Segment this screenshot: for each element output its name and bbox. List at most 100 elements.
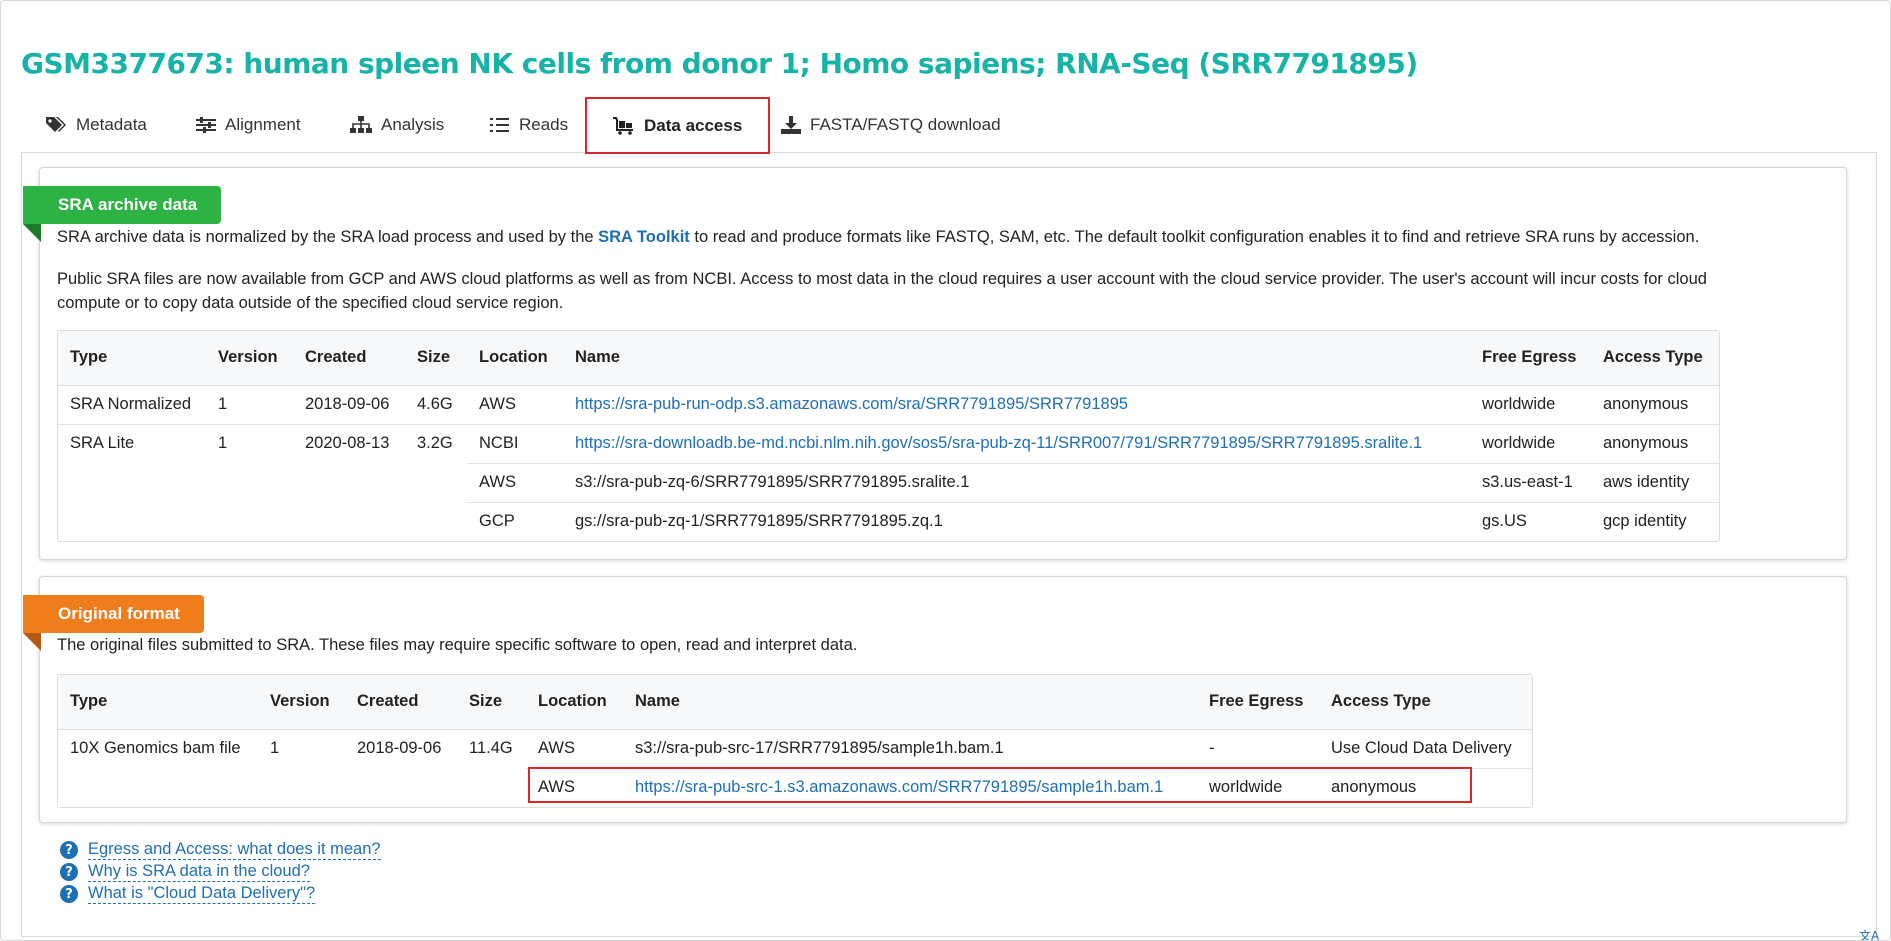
cell-version (206, 502, 293, 541)
column-header: Type (58, 675, 258, 730)
tab-data-access[interactable]: Data access (585, 97, 771, 154)
help-link-label[interactable]: Why is SRA data in the cloud? (88, 862, 310, 882)
cell-location: NCBI (467, 423, 563, 463)
tab-content: SRA archive data SRA archive data is nor… (21, 152, 1877, 937)
cell-egress: - (1209, 739, 1215, 757)
translate-icon[interactable]: 文A (1859, 927, 1879, 940)
table-row: SRA Normalized 1 2018-09-06 4.6G AWS htt… (58, 385, 1719, 424)
column-header: Free Egress (1197, 675, 1319, 730)
table-row: 10X Genomics bam file 1 2018-09-06 11.4G… (58, 729, 1532, 768)
column-header: Size (457, 675, 526, 730)
download-icon (781, 116, 801, 134)
cell-version (258, 768, 345, 807)
help-link-label[interactable]: Egress and Access: what does it mean? (88, 840, 381, 860)
cell-location: AWS (538, 739, 575, 757)
sra-toolkit-link[interactable]: SRA Toolkit (598, 228, 690, 246)
cell-type (58, 502, 206, 541)
cell-created (345, 768, 457, 807)
help-link-cloud-data-delivery[interactable]: ? What is "Cloud Data Delivery"? (60, 884, 316, 904)
cell-size: 3.2G (405, 423, 467, 463)
tags-icon (45, 116, 67, 134)
tab-bar: Metadata Alignment Analysis Reads Data a… (21, 97, 1876, 154)
cell-access: anonymous (1319, 767, 1532, 807)
tab-reads[interactable]: Reads (490, 97, 568, 153)
column-header: Location (526, 675, 623, 730)
tab-alignment[interactable]: Alignment (196, 97, 301, 153)
cell-location: AWS (467, 462, 563, 502)
column-header: Name (563, 331, 1470, 386)
cell-size (405, 502, 467, 541)
cell-version: 1 (206, 423, 293, 463)
tab-label: Reads (519, 115, 569, 134)
question-circle-icon: ? (60, 863, 78, 881)
cloud-availability-description: Public SRA files are now available from … (57, 270, 1707, 312)
tab-label: FASTA/FASTQ download (810, 115, 1001, 134)
cell-access: gcp identity (1591, 501, 1719, 541)
sra-archive-ribbon: SRA archive data (22, 186, 222, 242)
cell-access: Use Cloud Data Delivery (1331, 739, 1512, 757)
column-header: Type (58, 331, 206, 386)
table-row: SRA Lite 1 2020-08-13 3.2G NCBI https://… (58, 423, 1719, 463)
cell-version: 1 (270, 739, 280, 758)
column-header: Version (258, 675, 345, 730)
file-link[interactable]: https://sra-pub-run-odp.s3.amazonaws.com… (575, 395, 1128, 413)
cell-name: gs://sra-pub-zq-1/SRR7791895/SRR7791895.… (563, 501, 1470, 541)
tab-fasta-fastq-download[interactable]: FASTA/FASTQ download (781, 97, 1001, 153)
cell-access: anonymous (1603, 395, 1689, 413)
cell-created: 2018-09-06 (305, 395, 390, 413)
question-circle-icon: ? (60, 885, 78, 903)
cell-name: s3://sra-pub-src-17/SRR7791895/sample1h.… (635, 739, 1004, 757)
question-circle-icon: ? (60, 841, 78, 859)
cart-icon (613, 116, 635, 135)
tab-label: Metadata (76, 115, 147, 134)
cell-egress: worldwide (1470, 423, 1591, 463)
column-header: Access Type (1319, 675, 1532, 730)
list-icon (490, 116, 510, 134)
cell-egress: s3.us-east-1 (1470, 462, 1591, 502)
file-link[interactable]: https://sra-pub-src-1.s3.amazonaws.com/S… (635, 778, 1163, 796)
cell-created (293, 502, 405, 541)
sra-archive-table: Type Version Created Size Location Name … (57, 330, 1720, 542)
sra-archive-panel: SRA archive data SRA archive data is nor… (22, 167, 1847, 560)
column-header: Free Egress (1470, 331, 1591, 386)
tab-label: Alignment (225, 115, 301, 134)
cell-size: 4.6G (417, 395, 453, 413)
original-format-table: Type Version Created Size Location Name … (57, 674, 1533, 808)
original-format-ribbon: Original format (23, 595, 204, 651)
cell-created (293, 463, 405, 502)
cell-created: 2020-08-13 (293, 423, 405, 463)
help-link-why-cloud[interactable]: ? Why is SRA data in the cloud? (60, 862, 310, 882)
cell-size (457, 768, 526, 807)
sra-archive-description: SRA archive data is normalized by the SR… (57, 228, 1700, 246)
cell-version: 1 (218, 395, 228, 413)
tab-label: Analysis (381, 115, 445, 134)
cell-type: 10X Genomics bam file (70, 739, 241, 758)
column-header: Created (293, 331, 405, 386)
cell-created: 2018-09-06 (357, 739, 442, 758)
tab-analysis[interactable]: Analysis (350, 97, 444, 153)
file-link[interactable]: https://sra-downloadb.be-md.ncbi.nlm.nih… (575, 434, 1422, 452)
cell-type: SRA Lite (58, 423, 206, 463)
table-row: GCP gs://sra-pub-zq-1/SRR7791895/SRR7791… (58, 501, 1719, 541)
cell-type (58, 768, 258, 807)
sliders-icon (196, 116, 216, 134)
table-header-row: Type Version Created Size Location Name … (58, 675, 1532, 730)
column-header: Version (206, 331, 293, 386)
cell-egress: worldwide (1482, 395, 1556, 413)
tab-metadata[interactable]: Metadata (45, 97, 147, 153)
cell-size (405, 463, 467, 502)
tab-label: Data access (644, 115, 743, 135)
cell-location: AWS (526, 767, 623, 807)
cell-access: aws identity (1591, 462, 1719, 502)
help-link-label[interactable]: What is "Cloud Data Delivery"? (88, 884, 316, 904)
help-link-egress[interactable]: ? Egress and Access: what does it mean? (60, 840, 381, 860)
column-header: Size (405, 331, 467, 386)
cell-name: s3://sra-pub-zq-6/SRR7791895/SRR7791895.… (563, 462, 1470, 502)
page-frame: GSM3377673: human spleen NK cells from d… (0, 0, 1891, 941)
cell-version (206, 463, 293, 502)
original-format-panel: Original format The original files submi… (23, 576, 1847, 823)
cell-location: GCP (467, 501, 563, 541)
cell-type (58, 463, 206, 502)
table-row: AWS https://sra-pub-src-1.s3.amazonaws.c… (58, 767, 1532, 807)
cell-type: SRA Normalized (70, 395, 192, 413)
